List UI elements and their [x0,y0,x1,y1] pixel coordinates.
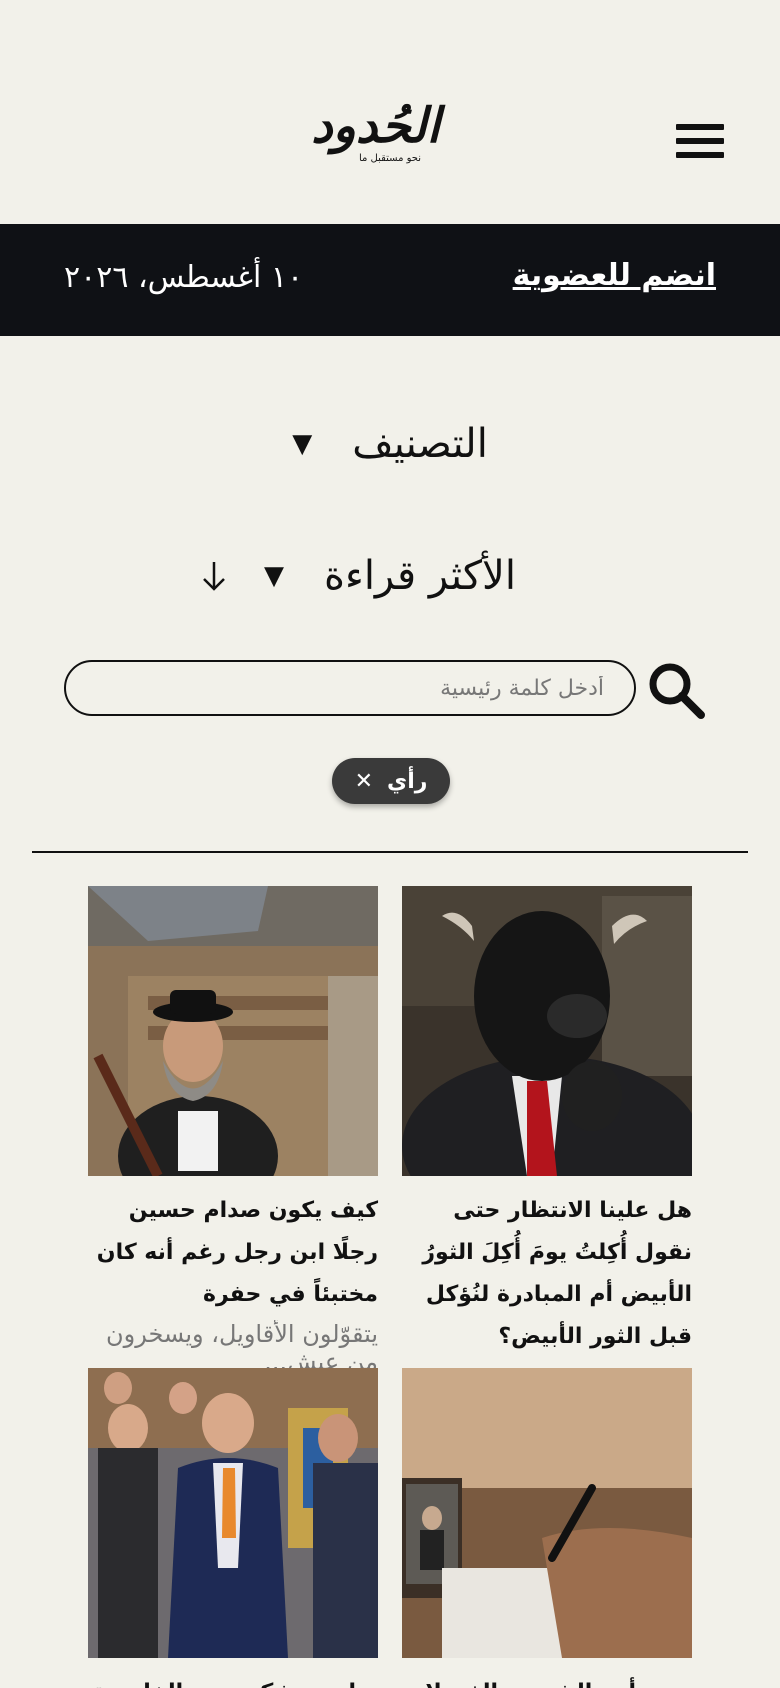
article-card[interactable]: حزن أحد الشعوب الذي لا تحبه [402,1368,693,1688]
logo-tagline: نحو مستقبل ما [358,153,422,164]
article-title[interactable]: ترامب يشكر وزير الخارجية على تصفيقه [88,1672,378,1688]
search-icon[interactable] [646,660,706,720]
search-input[interactable] [66,662,634,714]
sort-filter[interactable]: الأكثر قراءة ▼ [0,546,780,606]
article-card[interactable]: كيف يكون صدام حسين رجلًا ابن رجل رغم أنه… [88,886,379,1376]
site-logo[interactable]: الحُدود نحو مستقبل ما [311,98,441,188]
category-filter[interactable]: التصنيف ▼ [0,414,780,474]
close-icon[interactable]: ✕ [355,769,373,794]
current-date: ١٠ أغسطس، ٢٠٢٦ [64,260,304,295]
search-box [64,660,636,716]
triangle-down-icon: ▼ [292,429,313,459]
article-title[interactable]: كيف يكون صدام حسين رجلًا ابن رجل رغم أنه… [88,1190,379,1316]
article-card[interactable]: ترامب يشكر وزير الخارجية على تصفيقه [88,1368,379,1688]
active-tag-label: رأي [387,768,428,794]
article-title[interactable]: هل علينا الانتظار حتى نقول أُكِلتُ يومَ … [402,1190,692,1358]
hamburger-menu-icon[interactable] [676,124,724,164]
triangle-down-icon: ▼ [264,561,285,591]
sort-filter-label: الأكثر قراءة [324,553,516,599]
article-card[interactable]: هل علينا الانتظار حتى نقول أُكِلتُ يومَ … [402,886,693,1418]
arrow-down-icon[interactable] [200,546,228,614]
divider [32,851,748,853]
top-bar: انضم للعضوية ١٠ أغسطس، ٢٠٢٦ [0,224,780,336]
article-title[interactable]: حزن أحد الشعوب الذي لا تحبه [402,1672,692,1688]
article-thumbnail[interactable] [402,886,692,1176]
active-tag-chip[interactable]: رأي ✕ [332,758,450,804]
category-filter-label: التصنيف [352,421,488,467]
article-thumbnail[interactable] [402,1368,692,1658]
article-thumbnail[interactable] [88,886,378,1176]
article-thumbnail[interactable] [88,1368,378,1658]
join-membership-link[interactable]: انضم للعضوية [513,258,716,293]
site-header: الحُدود نحو مستقبل ما [0,0,780,224]
logo-text: الحُدود [311,98,441,154]
